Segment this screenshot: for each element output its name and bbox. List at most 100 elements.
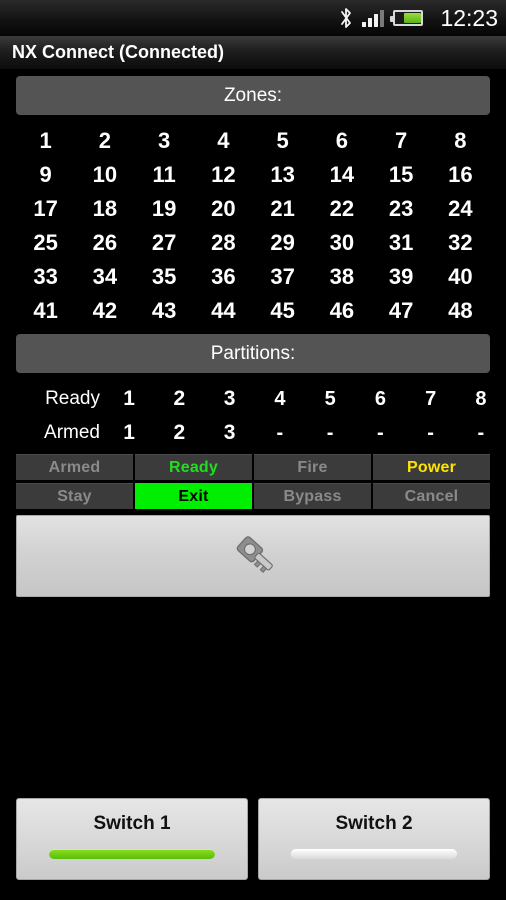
key-button[interactable] <box>16 515 490 597</box>
zone-cell[interactable]: 4 <box>194 124 253 158</box>
zone-cell[interactable]: 34 <box>75 260 134 294</box>
partitions-section-header: Partitions: <box>16 334 490 373</box>
status-button-exit[interactable]: Exit <box>135 483 252 509</box>
zone-cell[interactable]: 23 <box>372 192 431 226</box>
zone-cell[interactable]: 36 <box>194 260 253 294</box>
zone-cell[interactable]: 22 <box>312 192 371 226</box>
zone-cell[interactable]: 28 <box>194 226 253 260</box>
zone-cell[interactable]: 12 <box>194 158 253 192</box>
zone-cell[interactable]: 20 <box>194 192 253 226</box>
zone-cell[interactable]: 5 <box>253 124 312 158</box>
switch-label: Switch 1 <box>93 813 171 834</box>
zone-cell[interactable]: 19 <box>135 192 194 226</box>
status-button-bypass[interactable]: Bypass <box>254 483 371 509</box>
switch-bar: Switch 1 Switch 2 <box>0 798 506 880</box>
zone-cell[interactable]: 26 <box>75 226 134 260</box>
status-button-fire[interactable]: Fire <box>254 454 371 480</box>
partition-row-armed: Armed 1 2 3 - - - - - <box>0 418 506 448</box>
zone-cell[interactable]: 14 <box>312 158 371 192</box>
status-button-cancel[interactable]: Cancel <box>373 483 490 509</box>
status-button-power[interactable]: Power <box>373 454 490 480</box>
zones-section-header: Zones: <box>16 76 490 115</box>
zone-cell[interactable]: 15 <box>372 158 431 192</box>
switch-button-2[interactable]: Switch 2 <box>258 798 490 880</box>
partition-value: 7 <box>425 387 437 410</box>
key-icon <box>236 536 273 573</box>
zone-cell[interactable]: 2 <box>75 124 134 158</box>
app-root: 12:23 NX Connect (Connected) Zones: 1234… <box>0 0 506 900</box>
zone-cell[interactable]: 24 <box>431 192 490 226</box>
zone-cell[interactable]: 41 <box>16 294 75 328</box>
zone-cell[interactable]: 47 <box>372 294 431 328</box>
switch-state-indicator <box>49 849 215 859</box>
zone-cell[interactable]: 45 <box>253 294 312 328</box>
zone-cell[interactable]: 10 <box>75 158 134 192</box>
zone-cell[interactable]: 29 <box>253 226 312 260</box>
bluetooth-icon <box>341 8 352 28</box>
partition-value: - <box>477 421 485 444</box>
switch-label: Switch 2 <box>335 813 413 834</box>
signal-bars-icon <box>362 9 385 27</box>
status-button-stay[interactable]: Stay <box>16 483 133 509</box>
partition-ready-label: Ready <box>45 388 100 409</box>
partition-value: 4 <box>274 387 286 410</box>
partition-armed-label: Armed <box>44 422 100 443</box>
zone-cell[interactable]: 27 <box>135 226 194 260</box>
status-bar: 12:23 <box>0 0 506 36</box>
status-button-armed[interactable]: Armed <box>16 454 133 480</box>
partition-ready-values: 1 2 3 4 5 6 7 8 <box>104 387 506 411</box>
battery-icon <box>390 10 424 26</box>
zone-cell[interactable]: 18 <box>75 192 134 226</box>
zone-cell[interactable]: 13 <box>253 158 312 192</box>
zone-cell[interactable]: 31 <box>372 226 431 260</box>
zone-cell[interactable]: 38 <box>312 260 371 294</box>
zone-cell[interactable]: 42 <box>75 294 134 328</box>
zone-cell[interactable]: 16 <box>431 158 490 192</box>
page-title: NX Connect (Connected) <box>12 42 225 62</box>
partition-value: 1 <box>123 421 135 444</box>
zone-cell[interactable]: 35 <box>135 260 194 294</box>
zone-cell[interactable]: 6 <box>312 124 371 158</box>
zone-cell[interactable]: 3 <box>135 124 194 158</box>
partition-value: 2 <box>173 387 186 410</box>
zone-cell[interactable]: 46 <box>312 294 371 328</box>
zone-cell[interactable]: 33 <box>16 260 75 294</box>
status-button-row-2: Stay Exit Bypass Cancel <box>16 483 490 509</box>
partition-value: - <box>377 421 384 444</box>
switch-state-indicator <box>291 849 457 859</box>
zones-grid: 1 2 3 4 5 6 7 8 9 10 11 12 13 14 15 16 17 18 19 20 21 22 23 24 2… <box>16 124 490 328</box>
title-bar: NX Connect (Connected) <box>0 36 506 70</box>
zones-header-label: Zones: <box>223 84 283 106</box>
zone-cell[interactable]: 8 <box>431 124 490 158</box>
zone-cell[interactable]: 39 <box>372 260 431 294</box>
status-button-ready[interactable]: Ready <box>135 454 252 480</box>
partitions-header-label: Partitions: <box>210 342 296 364</box>
partition-value: - <box>276 421 284 444</box>
zone-cell[interactable]: 30 <box>312 226 371 260</box>
zone-cell[interactable]: 7 <box>372 124 431 158</box>
zone-cell[interactable]: 32 <box>431 226 490 260</box>
status-button-row-1: Armed Ready Fire Power <box>16 454 490 480</box>
zone-cell[interactable]: 21 <box>253 192 312 226</box>
zone-cell[interactable]: 48 <box>431 294 490 328</box>
zone-cell[interactable]: 25 <box>16 226 75 260</box>
zone-cell[interactable]: 44 <box>194 294 253 328</box>
partition-value: 2 <box>173 421 186 444</box>
partition-value: 8 <box>475 387 487 410</box>
zone-cell[interactable]: 9 <box>16 158 75 192</box>
zone-cell[interactable]: 17 <box>16 192 75 226</box>
zone-cell[interactable]: 1 <box>16 124 75 158</box>
status-icons: 12:23 <box>339 5 498 32</box>
partition-row-ready: Ready 1 2 3 4 5 6 7 8 <box>0 384 506 414</box>
zone-cell[interactable]: 37 <box>253 260 312 294</box>
partition-value: - <box>326 421 334 444</box>
zone-cell[interactable]: 40 <box>431 260 490 294</box>
partition-value: 1 <box>123 387 135 410</box>
partition-armed-values: 1 2 3 - - - - - <box>104 421 506 445</box>
zone-cell[interactable]: 11 <box>135 158 194 192</box>
partition-value: 3 <box>223 387 236 410</box>
partition-value: 5 <box>324 387 336 410</box>
zone-cell[interactable]: 43 <box>135 294 194 328</box>
partition-value: 3 <box>223 421 236 444</box>
switch-button-1[interactable]: Switch 1 <box>16 798 248 880</box>
